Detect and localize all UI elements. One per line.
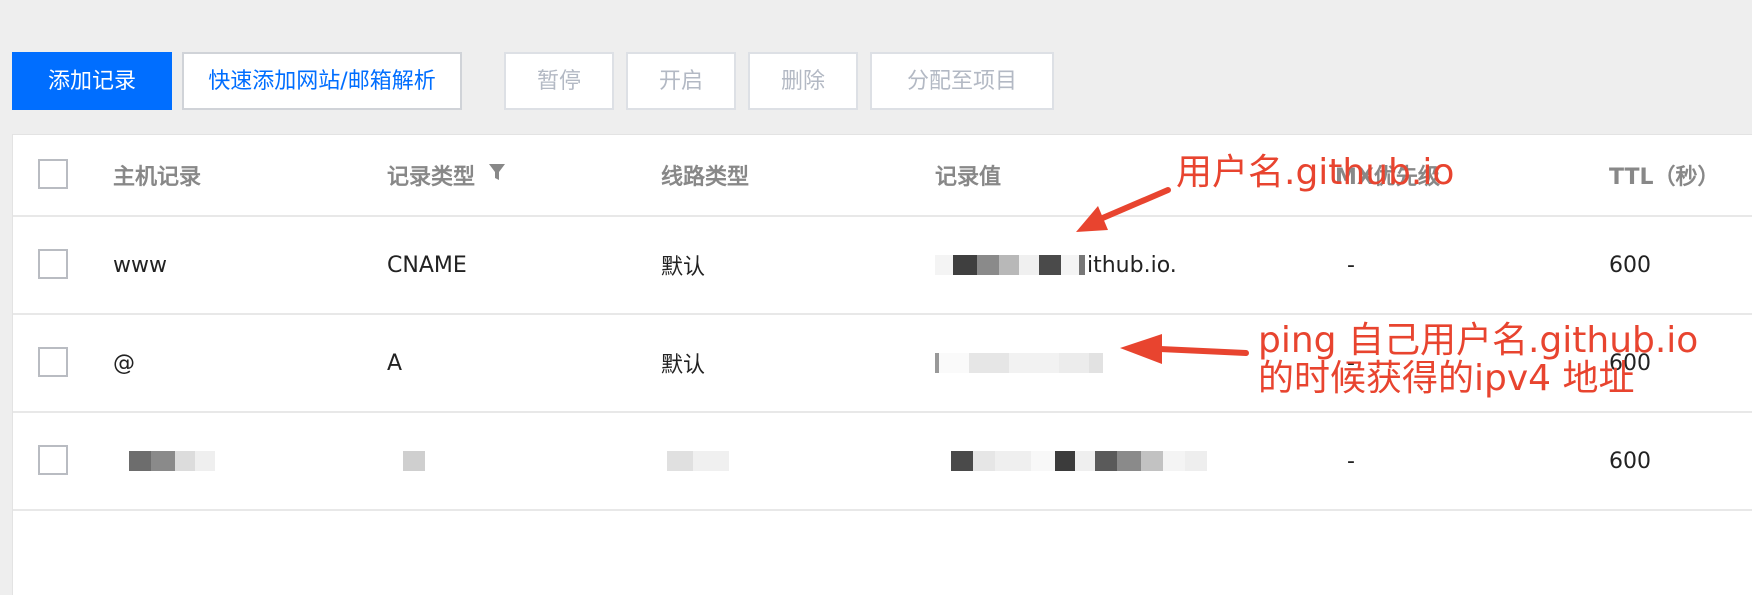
header-ttl: TTL（秒） [1609, 165, 1720, 190]
cell-host-redacted [129, 413, 215, 509]
quick-add-button[interactable]: 快速添加网站/邮箱解析 [182, 52, 462, 110]
annotation-bottom: ping 自己用户名.github.io 的时候获得的ipv4 地址 [1258, 322, 1698, 398]
cell-ttl: 600 [1609, 448, 1651, 474]
annotation-bottom-line2: 的时候获得的ipv4 地址 [1258, 358, 1635, 399]
annotation-top: 用户名.github.io [1176, 152, 1455, 193]
assign-project-button[interactable]: 分配至项目 [870, 52, 1054, 110]
enable-button[interactable]: 开启 [626, 52, 736, 110]
header-value: 记录值 [935, 165, 1002, 190]
cell-ttl: 600 [1609, 252, 1651, 278]
cell-value-redacted [951, 413, 1207, 509]
filter-icon[interactable] [487, 162, 507, 182]
cell-line: 默认 [661, 255, 706, 280]
add-record-button[interactable]: 添加记录 [12, 52, 172, 110]
cell-value-text: ithub.io. [1087, 252, 1177, 278]
table-row[interactable]: www CNAME 默认 ithub.io. - 600 [13, 217, 1752, 315]
annotation-bottom-line1: ping 自己用户名.github.io [1258, 320, 1699, 361]
cell-mx: - [1347, 252, 1355, 278]
select-all-checkbox[interactable] [38, 159, 68, 189]
header-host: 主机记录 [113, 165, 202, 190]
cell-value: ithub.io. [935, 217, 1177, 313]
pause-button[interactable]: 暂停 [504, 52, 614, 110]
cell-value-redacted [935, 315, 1103, 411]
header-line: 线路类型 [661, 165, 750, 190]
cell-line-redacted [667, 413, 729, 509]
cell-host: www [113, 252, 167, 278]
cell-type: A [387, 350, 403, 376]
header-type-label: 记录类型 [387, 165, 476, 190]
row-checkbox[interactable] [38, 249, 68, 279]
cell-host: @ [113, 350, 135, 376]
header-type[interactable]: 记录类型 [387, 135, 507, 215]
cell-type: CNAME [387, 252, 467, 278]
row-checkbox[interactable] [38, 347, 68, 377]
table-row[interactable]: - 600 [13, 413, 1752, 511]
delete-button[interactable]: 删除 [748, 52, 858, 110]
cell-line: 默认 [661, 353, 706, 378]
row-checkbox[interactable] [38, 445, 68, 475]
cell-type-redacted [403, 413, 425, 509]
cell-mx: - [1347, 448, 1355, 474]
table-header: 主机记录 记录类型 线路类型 记录值 MX优先级 TTL（秒） [13, 135, 1752, 217]
